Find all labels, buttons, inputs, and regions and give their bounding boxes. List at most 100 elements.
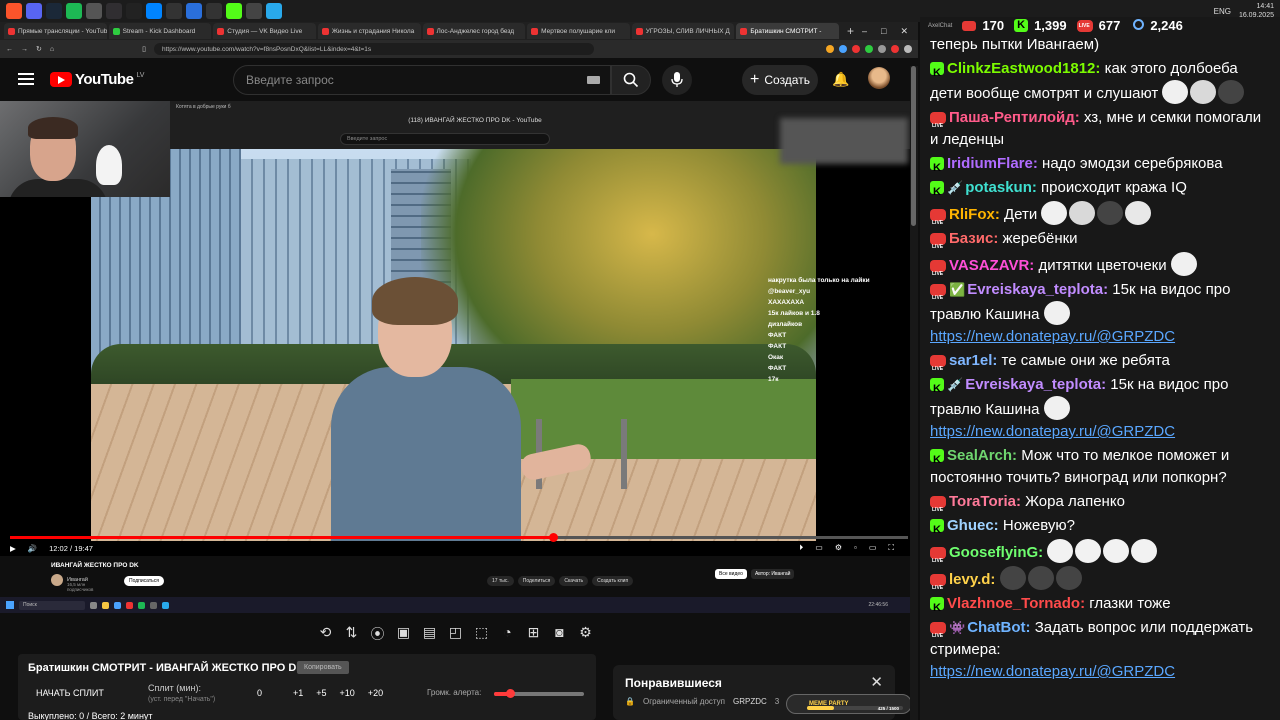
avatar[interactable] <box>868 67 890 89</box>
chat-username[interactable]: Evreiskaya_teplota: <box>967 281 1108 298</box>
theater-icon[interactable]: ▭ <box>869 543 877 553</box>
reload-icon[interactable]: ↻ <box>36 45 42 53</box>
browser-tab[interactable]: УГРОЗЫ, СЛИВ ЛИЧНЫХ Д <box>631 23 735 39</box>
chat-username[interactable]: sar1el: <box>949 352 997 369</box>
voice-search-button[interactable] <box>662 65 692 95</box>
video-progress-bar[interactable] <box>10 533 908 542</box>
volume-knob[interactable] <box>506 689 516 698</box>
chat-username[interactable]: ToraToria: <box>949 493 1021 510</box>
chat-username[interactable]: SealArch: <box>947 447 1017 464</box>
page-scrollbar[interactable] <box>910 66 918 720</box>
telegram-icon[interactable] <box>266 3 282 19</box>
sort-icon[interactable]: ⇅ <box>344 624 359 644</box>
close-icon[interactable]: ✕ <box>870 673 883 691</box>
extension-icon[interactable] <box>852 45 860 53</box>
browser-tab[interactable]: Лос-Анджелес город безд <box>422 23 526 39</box>
close-icon[interactable]: ✕ <box>900 26 908 37</box>
autoplay-toggle-icon[interactable]: ⏵ <box>799 543 803 553</box>
browser-tab[interactable]: Прямые трансляции - YouTub <box>4 23 107 39</box>
chat-username[interactable]: Vlazhnoe_Tornado: <box>947 595 1085 612</box>
app-icon[interactable] <box>86 3 102 19</box>
subtitles-icon[interactable]: ▭ <box>815 543 823 553</box>
search-input[interactable]: Введите запрос <box>233 65 611 95</box>
bookmark-icon[interactable]: ▯ <box>142 45 146 53</box>
chat-username[interactable]: ClinkzEastwood1812: <box>947 60 1100 77</box>
discord-icon[interactable] <box>26 3 42 19</box>
app4-icon[interactable] <box>206 3 222 19</box>
chat-username[interactable]: Evreiskaya_teplota: <box>965 376 1106 393</box>
browser-tab[interactable]: Stream - Kick Dashboard <box>108 23 212 39</box>
picture-in-picture-icon[interactable]: ◰ <box>448 624 463 644</box>
capcut-icon[interactable] <box>126 3 142 19</box>
spotify-icon[interactable] <box>66 3 82 19</box>
split-increment-button[interactable]: +10 <box>340 688 355 698</box>
language-indicator[interactable]: ENG <box>1214 7 1231 16</box>
fullscreen-icon[interactable]: ⛶ <box>888 543 894 553</box>
miniplayer-icon[interactable]: ▫ <box>854 543 857 553</box>
volume-icon[interactable]: 🔊 <box>28 544 37 553</box>
screen-cast-icon[interactable]: ▣ <box>396 624 411 644</box>
chat-username[interactable]: Базис: <box>949 230 998 247</box>
gear-icon[interactable]: ⚙ <box>578 624 593 644</box>
extension-icon[interactable] <box>839 45 847 53</box>
browser-tab[interactable]: Мертвое полушарие кли <box>527 23 630 39</box>
play-icon[interactable]: ▶ <box>10 544 16 553</box>
kick-icon[interactable] <box>226 3 242 19</box>
audio-wave-icon[interactable]: ⦿ <box>370 624 385 644</box>
chat-username[interactable]: VASAZAVR: <box>949 257 1034 274</box>
chat-link[interactable]: https://new.donatepay.ru/@GRPZDC <box>930 423 1175 440</box>
film-icon[interactable]: ▤ <box>422 624 437 644</box>
chat-username[interactable]: Паша-Рептилойд: <box>949 109 1080 126</box>
home-icon[interactable]: ⌂ <box>50 46 54 53</box>
minimize-icon[interactable]: – <box>862 26 867 37</box>
split-increment-button[interactable]: +20 <box>368 688 383 698</box>
chat-username[interactable]: IridiumFlare: <box>947 155 1038 172</box>
brave-icon[interactable] <box>6 3 22 19</box>
notifications-bell-icon[interactable]: 🔔 <box>832 71 849 88</box>
new-tab-button[interactable]: + <box>841 24 860 38</box>
split-increment-button[interactable]: +5 <box>316 688 326 698</box>
browser-tab[interactable]: Братишкин СМОТРИТ - <box>736 23 839 39</box>
chat-username[interactable]: potaskun: <box>965 179 1037 196</box>
browser-tab[interactable]: Студия — VK Видео Live <box>213 23 316 39</box>
youtube-logo[interactable]: YouTube LV <box>50 71 144 88</box>
obs-icon[interactable] <box>106 3 122 19</box>
back-icon[interactable]: ← <box>6 46 13 53</box>
url-field[interactable]: https://www.youtube.com/watch?v=f8nsPosn… <box>153 43 594 55</box>
forward-icon[interactable]: → <box>21 46 28 53</box>
maximize-icon[interactable]: □ <box>881 26 886 37</box>
extension-icon[interactable] <box>826 45 834 53</box>
copy-button[interactable]: Копировать <box>297 661 349 674</box>
menu-icon[interactable] <box>18 73 34 85</box>
chat-username[interactable]: ChatBot: <box>967 619 1030 636</box>
split-value[interactable]: 0 <box>257 688 262 698</box>
browser-tab[interactable]: Жизнь и страдания Никола <box>317 23 421 39</box>
settings-icon[interactable]: ⚙ <box>835 543 842 553</box>
app3-icon[interactable] <box>186 3 202 19</box>
extension-icon[interactable] <box>865 45 873 53</box>
start-split-button[interactable]: НАЧАТЬ СПЛИТ <box>36 688 104 698</box>
chat-username[interactable]: RliFox: <box>949 206 1000 223</box>
create-button[interactable]: + Создать <box>742 65 818 95</box>
extension-icon[interactable] <box>891 45 899 53</box>
search-button[interactable] <box>611 65 651 95</box>
split-increment-button[interactable]: +1 <box>293 688 303 698</box>
speedometer-icon[interactable]: ◔ <box>500 624 515 644</box>
camera-icon[interactable]: ◙ <box>552 624 567 644</box>
chat-link[interactable]: https://new.donatepay.ru/@GRPZDC <box>930 663 1175 680</box>
chat-link[interactable]: https://new.donatepay.ru/@GRPZDC <box>930 328 1175 345</box>
scrollbar-thumb[interactable] <box>911 66 916 226</box>
app5-icon[interactable] <box>246 3 262 19</box>
dotted-frame-icon[interactable]: ⬚ <box>474 624 489 644</box>
extension-icon[interactable] <box>878 45 886 53</box>
add-frame-icon[interactable]: ⊞ <box>526 624 541 644</box>
app2-icon[interactable] <box>166 3 182 19</box>
keyboard-icon[interactable] <box>587 76 600 84</box>
extension-icon[interactable] <box>904 45 912 53</box>
loop-icon[interactable]: ⟲ <box>318 624 333 644</box>
chat-username[interactable]: GooseflyinG: <box>949 544 1043 561</box>
chat-username[interactable]: levy.d: <box>949 571 995 588</box>
chat-username[interactable]: Ghuec: <box>947 517 999 534</box>
alert-volume-slider[interactable] <box>494 689 584 698</box>
messenger-icon[interactable] <box>146 3 162 19</box>
